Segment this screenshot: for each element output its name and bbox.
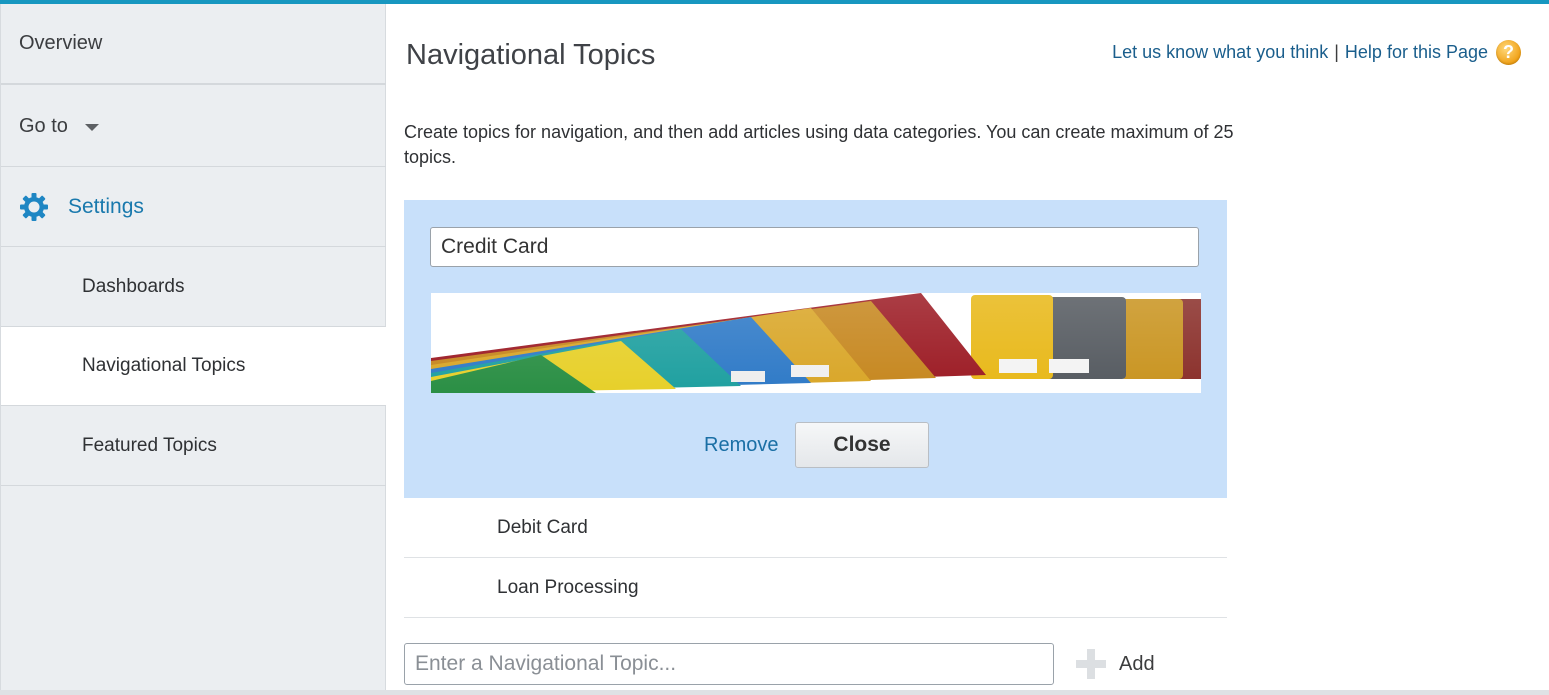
topic-row-debit-card[interactable]: Debit Card [404,498,1227,558]
bottom-divider [0,690,1549,695]
topic-label: Debit Card [497,516,588,538]
sidebar-item-goto[interactable]: Go to [1,87,386,167]
link-separator: | [1334,42,1339,62]
topic-banner-image [431,293,1201,393]
chevron-down-icon [84,124,99,131]
gear-icon [20,192,48,221]
topic-editor-panel: Remove Close [404,200,1227,498]
new-topic-input[interactable] [404,643,1054,685]
sidebar-item-label: Navigational Topics [82,355,246,376]
sidebar-item-label: Dashboards [82,275,185,297]
help-link[interactable]: Help for this Page [1345,42,1488,63]
sidebar-item-label: Go to [19,115,68,137]
sidebar-item-settings[interactable]: Settings [1,167,386,247]
sidebar-item-featured-topics[interactable]: Featured Topics [1,406,386,486]
help-icon[interactable]: ? [1496,40,1521,65]
remove-topic-link[interactable]: Remove [704,434,778,457]
sidebar-item-navigational-topics[interactable]: Navigational Topics [1,327,386,406]
main-content: Navigational Topics Let us know what you… [386,4,1549,695]
credit-cards-image [431,293,1201,393]
page-title: Navigational Topics [406,39,656,71]
page-description: Create topics for navigation, and then a… [404,122,1234,167]
add-button-label: Add [1119,652,1155,675]
topic-label: Loan Processing [497,576,639,598]
sidebar-item-label: Overview [19,32,103,54]
sidebar: Overview Go to Settings Dashboards Navig… [0,4,386,695]
topic-row-loan-processing[interactable]: Loan Processing [404,558,1227,618]
sidebar-item-label: Featured Topics [82,434,217,456]
feedback-link[interactable]: Let us know what you think [1112,42,1328,63]
plus-icon [1076,649,1106,679]
help-links: Let us know what you think | Help for th… [1112,40,1521,65]
close-button[interactable]: Close [795,422,929,468]
sidebar-item-dashboards[interactable]: Dashboards [1,247,386,327]
sidebar-item-label: Settings [68,194,144,218]
add-button[interactable]: Add [1076,649,1155,679]
topic-name-input[interactable] [430,227,1199,267]
sidebar-item-overview[interactable]: Overview [1,4,386,85]
